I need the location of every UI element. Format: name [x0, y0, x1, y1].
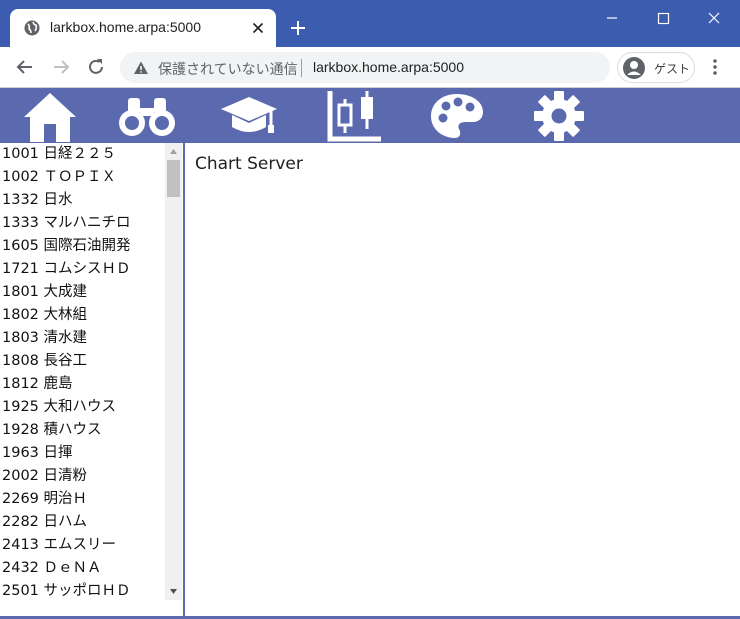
stock-list-item[interactable]: 1808 長谷工 — [0, 350, 165, 373]
stock-list-item[interactable]: 2282 日ハム — [0, 511, 165, 534]
candlestick-chart-icon — [327, 90, 381, 141]
warning-icon[interactable] — [133, 60, 149, 76]
security-status-text[interactable]: 保護されていない通信 — [158, 59, 298, 79]
nav-learn[interactable] — [219, 88, 279, 143]
main-content: Chart Server — [185, 143, 740, 616]
stock-list-item[interactable]: 1803 清水建 — [0, 327, 165, 350]
list-scrollbar[interactable] — [165, 143, 182, 600]
tab-title: larkbox.home.arpa:5000 — [50, 19, 201, 35]
stock-list-item[interactable]: 1928 積ハウス — [0, 419, 165, 442]
browser-tab[interactable]: larkbox.home.arpa:5000 — [10, 9, 276, 47]
browser-tab-strip: larkbox.home.arpa:5000 — [0, 0, 740, 47]
stock-list-item[interactable]: 1963 日揮 — [0, 442, 165, 465]
back-arrow-icon[interactable] — [15, 57, 35, 77]
stock-list-item[interactable]: 1605 国際石油開発 — [0, 235, 165, 258]
close-tab-icon[interactable] — [250, 20, 266, 36]
nav-chart[interactable] — [324, 88, 384, 143]
url-text[interactable]: larkbox.home.arpa:5000 — [313, 59, 464, 75]
palette-icon — [431, 93, 483, 138]
scroll-up-icon[interactable] — [165, 143, 182, 160]
home-icon — [24, 92, 76, 142]
profile-button[interactable]: ゲスト — [617, 52, 695, 83]
address-bar[interactable]: 保護されていない通信 larkbox.home.arpa:5000 — [120, 52, 610, 83]
stock-list-item[interactable]: 1721 コムシスＨＤ — [0, 258, 165, 281]
gear-icon — [534, 90, 584, 141]
scrollbar-thumb[interactable] — [167, 160, 180, 197]
stock-list-item[interactable]: 1812 鹿島 — [0, 373, 165, 396]
stock-list-item[interactable]: 1001 日経２２５ — [0, 143, 165, 166]
binoculars-icon — [119, 97, 175, 136]
stock-list-item[interactable]: 1801 大成建 — [0, 281, 165, 304]
nav-theme[interactable] — [427, 88, 487, 143]
new-tab-icon[interactable] — [288, 18, 308, 38]
stock-list-item[interactable]: 1925 大和ハウス — [0, 396, 165, 419]
stock-list-item[interactable]: 2413 エムスリー — [0, 534, 165, 557]
forward-arrow-icon[interactable] — [51, 57, 71, 77]
stock-list-item[interactable]: 1332 日水 — [0, 189, 165, 212]
stock-list: 1001 日経２２５ 1002 ＴＯＰＩＸ 1332 日水 1333 マルハニチロ 16… — [0, 143, 165, 600]
reload-icon[interactable] — [86, 57, 106, 77]
nav-settings[interactable] — [529, 88, 589, 143]
stock-list-item[interactable]: 1802 大林組 — [0, 304, 165, 327]
graduation-cap-icon — [221, 96, 277, 133]
maximize-icon[interactable] — [651, 8, 675, 28]
stock-list-item[interactable]: 2501 サッポロＨＤ — [0, 580, 165, 600]
nav-home[interactable] — [20, 88, 80, 143]
minimize-icon[interactable] — [600, 8, 624, 28]
app-nav-bar — [0, 88, 740, 143]
page-title: Chart Server — [195, 154, 303, 174]
scroll-down-icon[interactable] — [165, 583, 182, 600]
stock-list-item[interactable]: 1002 ＴＯＰＩＸ — [0, 166, 165, 189]
stock-list-item[interactable]: 2269 明治Ｈ — [0, 488, 165, 511]
avatar-icon — [623, 57, 645, 79]
more-menu-icon[interactable] — [706, 57, 724, 77]
browser-toolbar: 保護されていない通信 larkbox.home.arpa:5000 ゲスト — [0, 47, 740, 88]
stock-list-item[interactable]: 2002 日清粉 — [0, 465, 165, 488]
stock-list-panel: 1001 日経２２５ 1002 ＴＯＰＩＸ 1332 日水 1333 マルハニチロ 16… — [0, 143, 183, 600]
close-window-icon[interactable] — [702, 8, 726, 28]
stock-list-item[interactable]: 2432 ＤｅＮＡ — [0, 557, 165, 580]
globe-icon — [24, 20, 40, 36]
stock-list-item[interactable]: 1333 マルハニチロ — [0, 212, 165, 235]
profile-label: ゲスト — [654, 62, 691, 76]
address-separator — [301, 59, 302, 77]
nav-search[interactable] — [117, 88, 177, 143]
